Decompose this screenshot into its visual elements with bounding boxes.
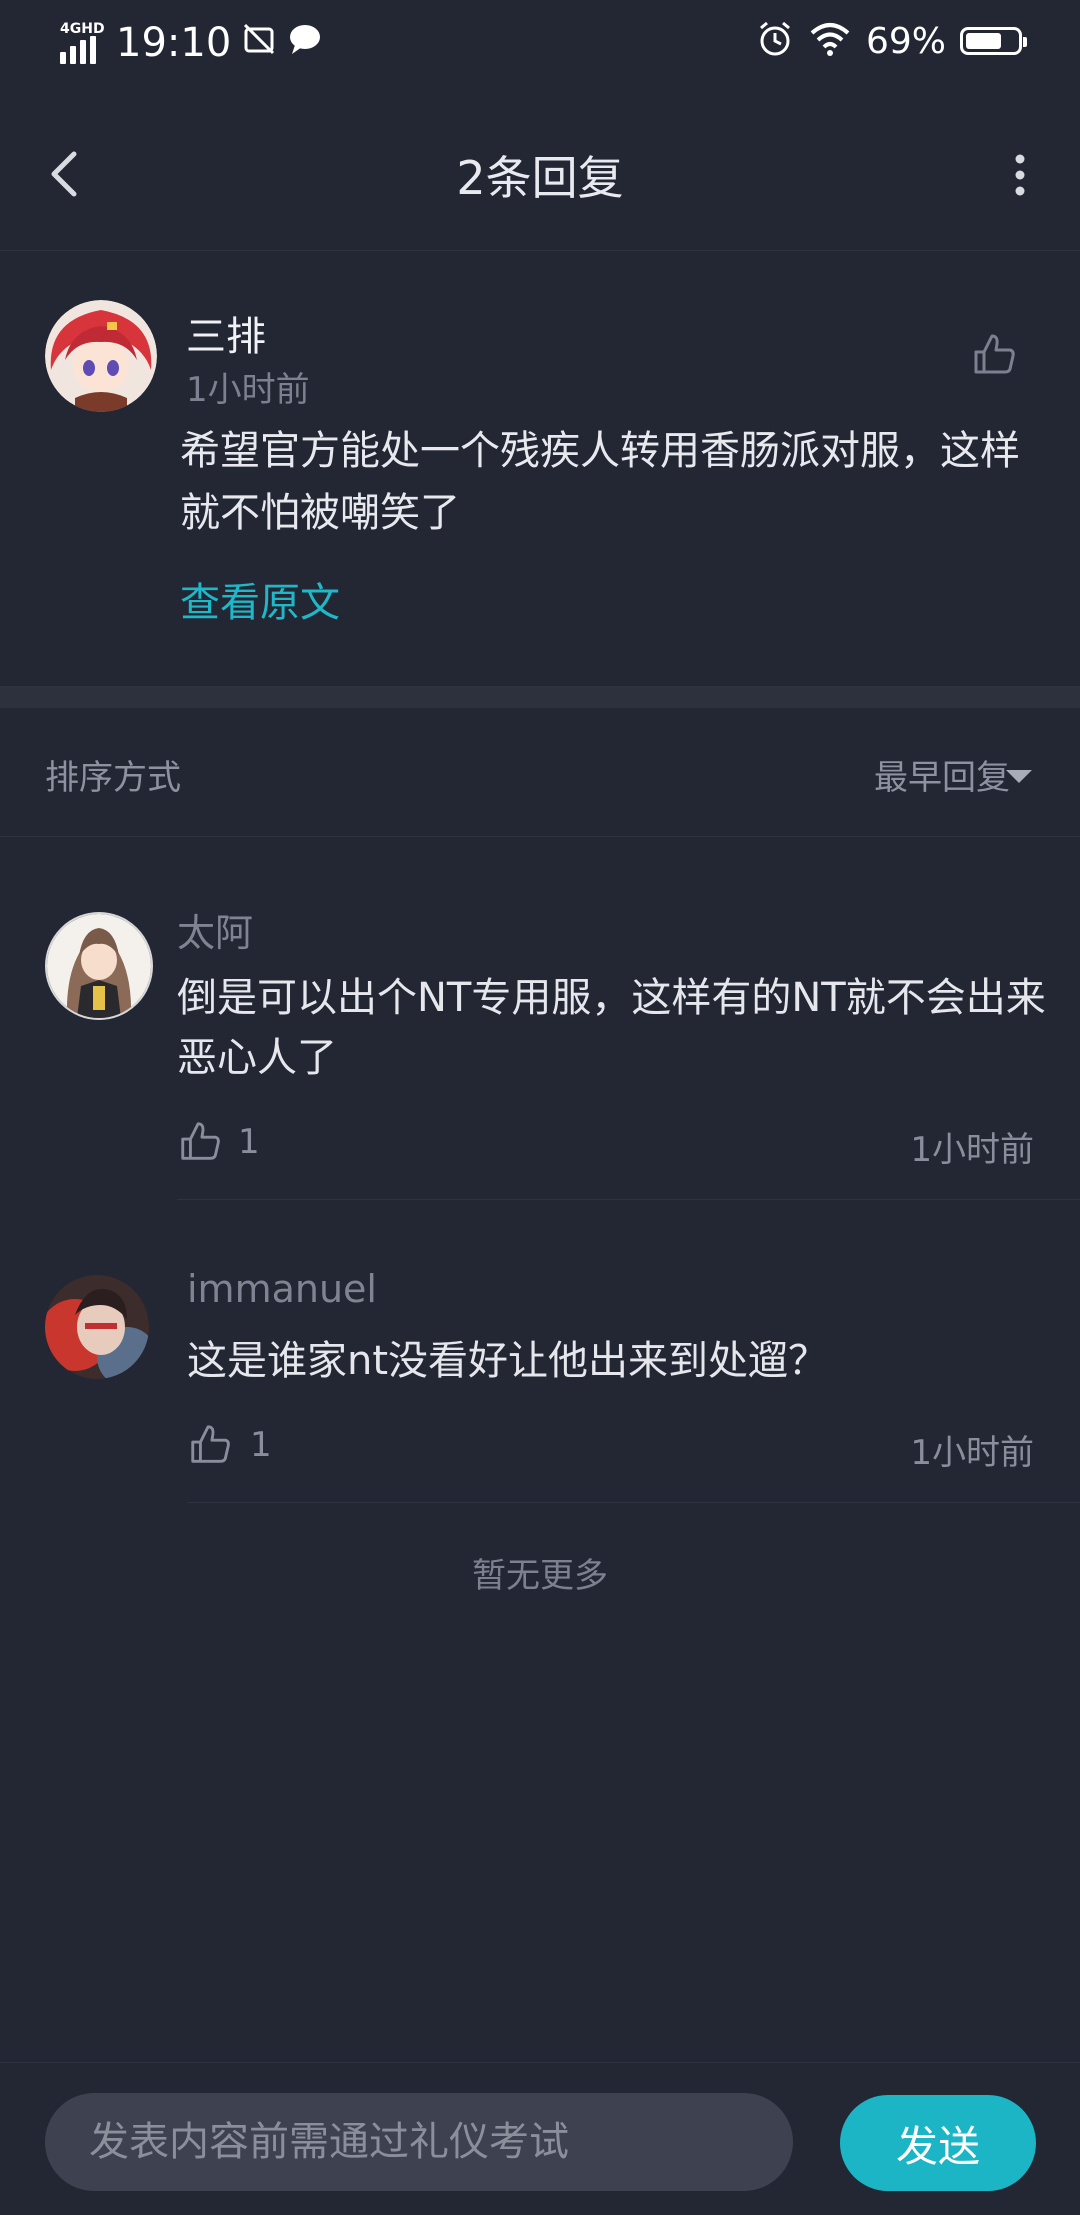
- view-original-link[interactable]: 查看原文: [180, 570, 340, 628]
- avatar[interactable]: [45, 912, 153, 1020]
- top-nav: 2条回复: [0, 90, 1080, 251]
- status-left: 4GHD 19:10: [58, 18, 323, 68]
- status-right: 69%: [756, 20, 1027, 62]
- like-count: 1: [250, 1425, 272, 1465]
- like-button[interactable]: [970, 330, 1018, 378]
- signal-icon: 4GHD: [58, 22, 106, 64]
- like-button[interactable]: [177, 1118, 223, 1164]
- thumbs-up-icon: [181, 1122, 220, 1160]
- author-name[interactable]: 三排: [186, 304, 266, 362]
- battery-icon: [960, 27, 1027, 55]
- like-button[interactable]: [187, 1421, 233, 1467]
- thumbs-up-icon: [191, 1425, 230, 1463]
- reply-time: 1小时前: [910, 1130, 1034, 1170]
- reply-author[interactable]: immanuel: [187, 1267, 377, 1311]
- more-button[interactable]: [1000, 145, 1040, 205]
- alarm-icon: [756, 20, 794, 62]
- network-type: 4GHD: [60, 21, 105, 37]
- status-time: 19:10: [116, 20, 232, 66]
- reply-text: 倒是可以出个NT专用服，这样有的NT就不会出来恶心人了: [177, 975, 1046, 1081]
- comment-text: 希望官方能处一个残疾人转用香肠派对服，这样就不怕被嘲笑了: [180, 428, 1020, 536]
- divider: [177, 1199, 1080, 1200]
- avatar[interactable]: [45, 1275, 149, 1379]
- avatar[interactable]: [45, 300, 157, 412]
- like-count: 1: [238, 1122, 260, 1162]
- thumbs-up-icon: [974, 334, 1015, 374]
- comment-input[interactable]: [45, 2093, 793, 2191]
- sort-dropdown[interactable]: 最早回复: [874, 750, 1010, 799]
- reply-author[interactable]: 太阿: [177, 902, 253, 957]
- original-comment: 三排 1小时前 希望官方能处一个残疾人转用香肠派对服，这样就不怕被嘲笑了 查看原…: [0, 252, 1080, 686]
- no-more-label: 暂无更多: [472, 1556, 608, 1596]
- reply-item: 太阿 倒是可以出个NT专用服，这样有的NT就不会出来恶心人了 1 1小时前: [0, 836, 1080, 1201]
- more-vertical-icon: [1015, 154, 1025, 196]
- reply-item: immanuel 这是谁家nt没看好让他出来到处遛？ 1 1小时前: [0, 1201, 1080, 1503]
- status-bar: 4GHD 19:10 69%: [0, 0, 1080, 90]
- reply-time: 1小时前: [910, 1433, 1034, 1473]
- section-divider: [0, 686, 1080, 708]
- wifi-icon: [808, 21, 852, 61]
- reply-text: 这是谁家nt没看好让他出来到处遛？: [187, 1338, 829, 1384]
- send-button[interactable]: 发送: [840, 2095, 1036, 2191]
- sort-label: 排序方式: [45, 758, 181, 798]
- chat-bubble-icon: [287, 21, 323, 66]
- composer-bar: 发送: [0, 2062, 1080, 2215]
- camera-off-icon: [241, 21, 277, 66]
- caret-down-icon[interactable]: [1006, 770, 1032, 783]
- divider: [187, 1502, 1080, 1503]
- sort-bar: 排序方式 最早回复: [0, 708, 1080, 837]
- battery-percent: 69%: [865, 20, 946, 62]
- page-title: 2条回复: [456, 151, 624, 205]
- comment-time: 1小时前: [186, 370, 310, 410]
